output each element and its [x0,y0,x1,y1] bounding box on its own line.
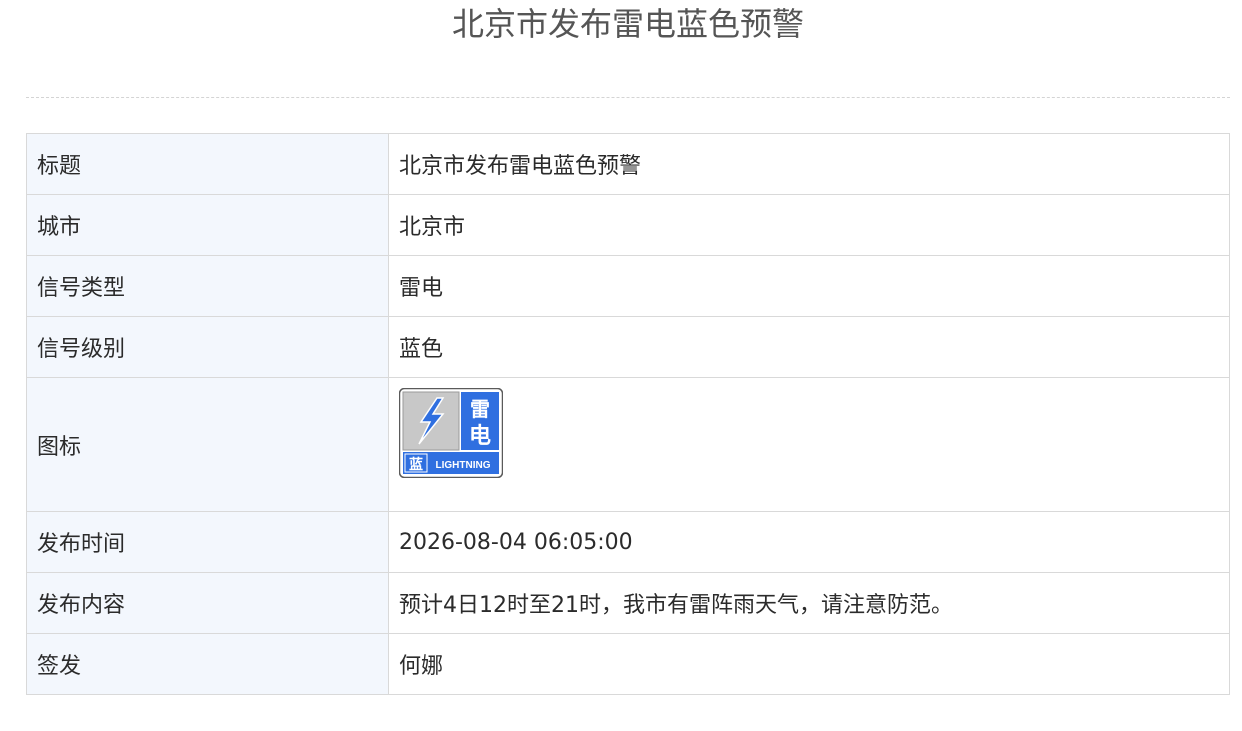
row-value: 何娜 [388,633,1230,695]
icon-english-label: LIGHTNING [436,460,491,471]
table-row-icon: 图标 雷 电 蓝 LIGHTNING [26,377,1230,512]
row-value: 2026-08-04 06:05:00 [388,511,1230,573]
row-value: 蓝色 [388,316,1230,378]
row-key: 发布时间 [26,511,389,573]
icon-type-char-top: 雷 [470,397,490,421]
table-row-city: 城市 北京市 [26,194,1230,256]
row-key: 信号级别 [26,316,389,378]
row-key: 信号类型 [26,255,389,317]
table-row-title: 标题 北京市发布雷电蓝色预警 [26,133,1230,195]
table-row-signal-type: 信号类型 雷电 [26,255,1230,317]
row-value: 北京市 [388,194,1230,256]
row-key: 图标 [26,377,389,512]
title-divider [26,97,1230,98]
lightning-blue-warning-icon: 雷 电 蓝 LIGHTNING [399,388,503,478]
row-value: 雷电 [388,255,1230,317]
row-key: 城市 [26,194,389,256]
row-key: 标题 [26,133,389,195]
table-row-publish-time: 发布时间 2026-08-04 06:05:00 [26,511,1230,573]
warning-info-table: 标题 北京市发布雷电蓝色预警 城市 北京市 信号类型 雷电 信号级别 蓝色 图标 [26,133,1230,695]
page-title: 北京市发布雷电蓝色预警 [451,5,804,43]
table-row-publish-content: 发布内容 预计4日12时至21时，我市有雷阵雨天气，请注意防范。 [26,572,1230,634]
table-row-issuer: 签发 何娜 [26,633,1230,695]
row-value: 预计4日12时至21时，我市有雷阵雨天气，请注意防范。 [388,572,1230,634]
icon-type-char-bottom: 电 [469,424,491,449]
icon-level-char: 蓝 [409,456,423,473]
row-key: 签发 [26,633,389,695]
row-value: 雷 电 蓝 LIGHTNING [388,377,1230,512]
table-row-signal-level: 信号级别 蓝色 [26,316,1230,378]
row-key: 发布内容 [26,572,389,634]
row-value: 北京市发布雷电蓝色预警 [388,133,1230,195]
